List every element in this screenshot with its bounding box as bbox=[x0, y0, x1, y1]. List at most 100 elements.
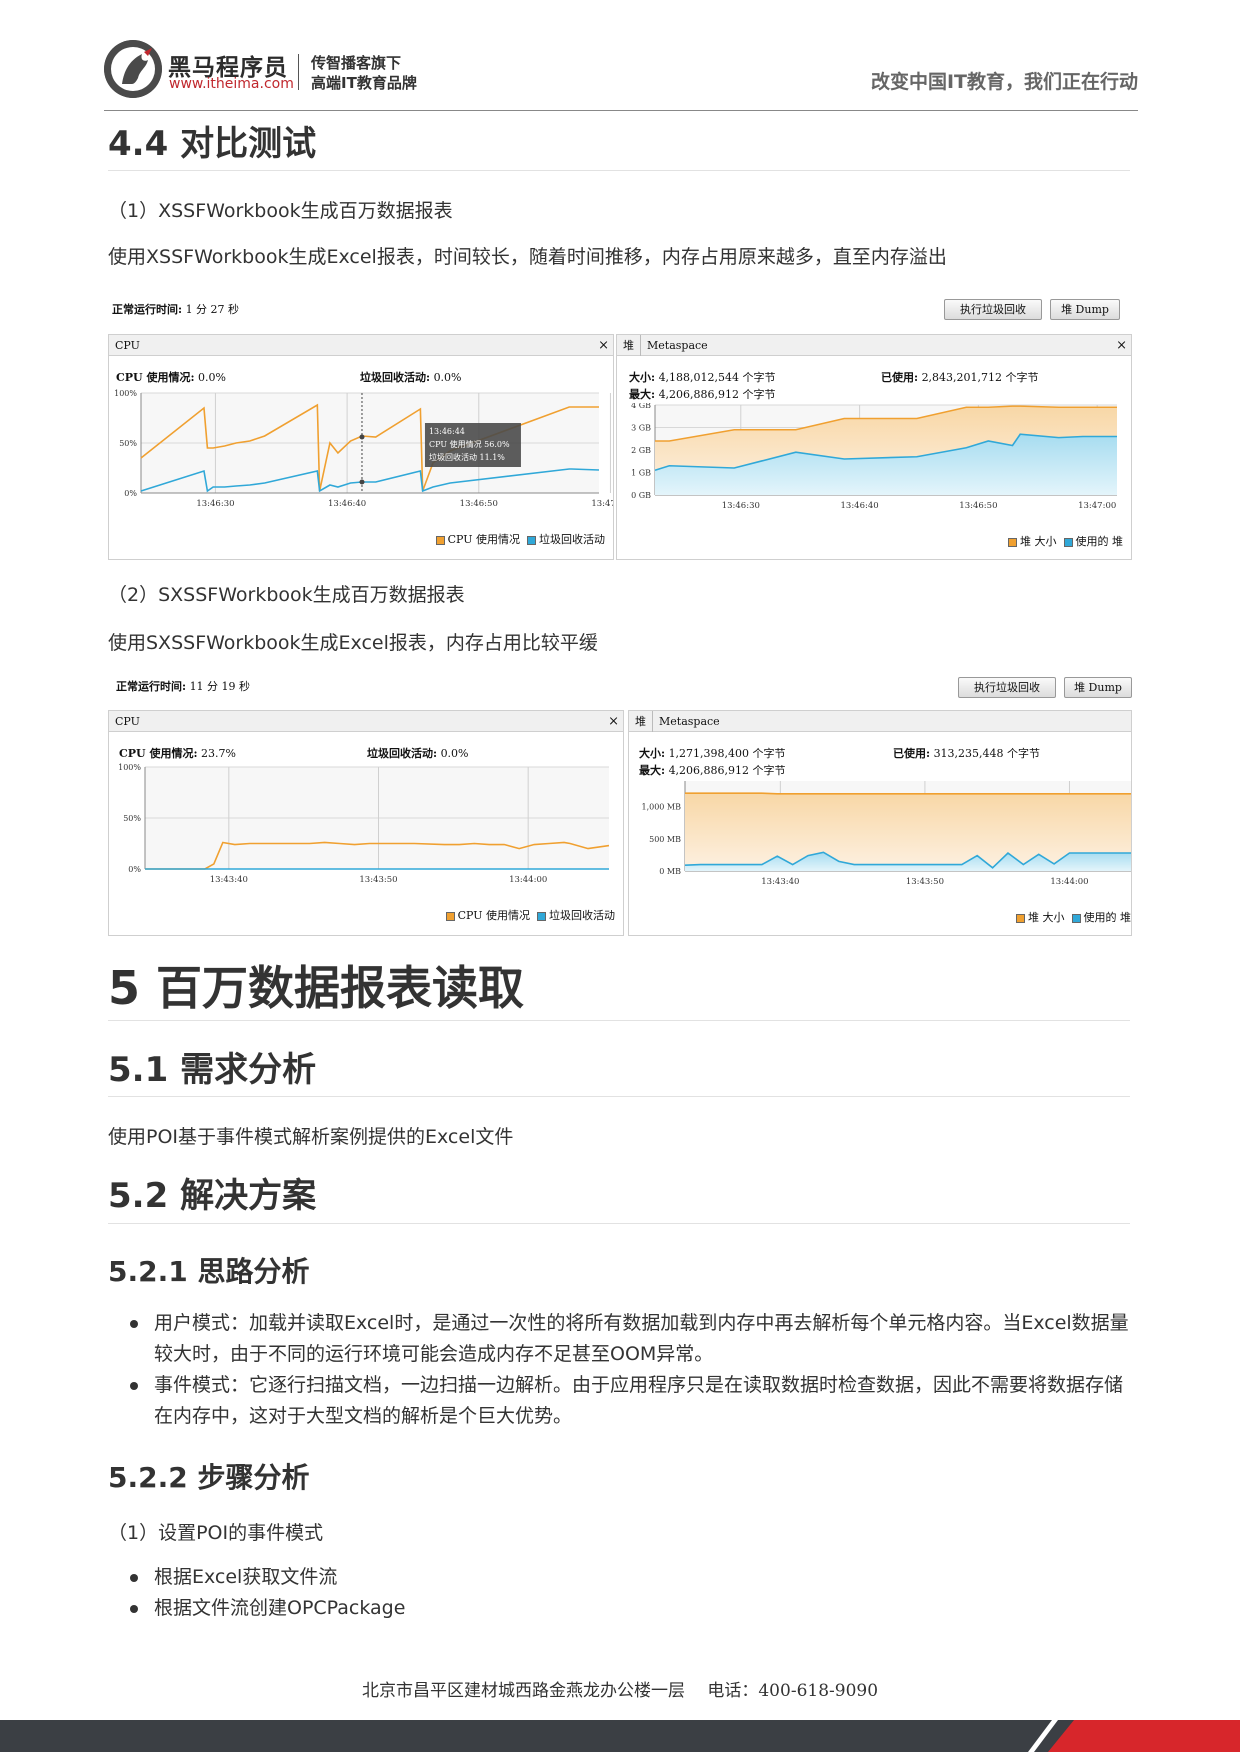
cpu-usage-chart: 0% 50% 100% 13:43:40 13:43:50 13:44:00 bbox=[118, 763, 610, 885]
monitor-screenshot-1: 正常运行时间: 1 分 27 秒 执行垃圾回收 堆 Dump CPU × CPU… bbox=[108, 294, 1132, 560]
close-icon[interactable]: × bbox=[1116, 335, 1127, 356]
footer-accent bbox=[1048, 1720, 1240, 1752]
y-tick-label: 1,000 MB bbox=[641, 803, 681, 812]
cpu-panel-title: CPU × bbox=[109, 711, 623, 732]
heap-panel: 堆 Metaspace × 大小: 4,188,012,544 个字节 最大: 4… bbox=[616, 334, 1132, 560]
y-tick-label: 0 GB bbox=[631, 491, 651, 500]
section-5-1-heading: 5.1 需求分析 bbox=[108, 1050, 317, 1090]
x-tick-label: 13:44:00 bbox=[509, 875, 547, 885]
y-tick-label: 3 GB bbox=[631, 424, 651, 433]
x-tick-label: 13:46:50 bbox=[959, 501, 997, 511]
heap-panel: 堆 Metaspace 大小: 1,271,398,400 个字节 最大: 4,2… bbox=[628, 710, 1132, 936]
brand-url[interactable]: www.itheima.com bbox=[169, 76, 294, 92]
step-1-list: 根据Excel获取文件流 根据文件流创建OPCPackage bbox=[130, 1562, 1139, 1624]
cpu-usage-chart: 0% 50% 100% 13:46:30 13:46:40 13:46:50 13:47:0… bbox=[114, 389, 613, 509]
heap-chart-legend: 堆 大小 使用的 堆 bbox=[1016, 909, 1131, 925]
test-item-1: （1）XSSFWorkbook生成百万数据报表 bbox=[108, 200, 453, 222]
section-5-heading: 5 百万数据报表读取 bbox=[108, 961, 525, 1015]
y-tick-label: 50% bbox=[123, 814, 141, 823]
x-tick-label: 13:44:00 bbox=[1050, 877, 1088, 887]
y-tick-label: 4 GB bbox=[631, 403, 651, 410]
y-tick-label: 0% bbox=[128, 865, 141, 874]
test-desc-1: 使用XSSFWorkbook生成Excel报表，时间较长，随着时间推移，内存占用… bbox=[108, 246, 947, 268]
heap-size-stat: 大小: 4,188,012,544 个字节 bbox=[629, 371, 776, 384]
y-tick-label: 500 MB bbox=[649, 835, 681, 844]
perform-gc-button[interactable]: 执行垃圾回收 bbox=[944, 299, 1042, 320]
tooltip-cpu: CPU 使用情况 56.0% bbox=[429, 439, 510, 449]
tooltip-gc: 垃圾回收活动 11.1% bbox=[429, 452, 505, 462]
list-item: 根据Excel获取文件流 bbox=[130, 1562, 1139, 1593]
y-tick-label: 1 GB bbox=[631, 469, 651, 478]
brand-slogan-line1: 传智播客旗下 bbox=[311, 54, 402, 72]
tab-heap[interactable]: 堆 bbox=[617, 335, 641, 356]
close-icon[interactable]: × bbox=[608, 711, 619, 732]
x-tick-label: 13:43:40 bbox=[761, 877, 799, 887]
tooltip-time: 13:46:44 bbox=[429, 427, 465, 436]
heap-max-stat: 最大: 4,206,886,912 个字节 bbox=[639, 764, 786, 777]
y-tick-label: 100% bbox=[118, 763, 141, 772]
uptime: 正常运行时间: 1 分 27 秒 bbox=[112, 303, 240, 316]
footer-address: 北京市昌平区建材城西路金燕龙办公楼一层 电话：400-618-9090 bbox=[361, 1681, 879, 1701]
step-1: （1）设置POI的事件模式 bbox=[108, 1522, 324, 1544]
heading-rule bbox=[108, 170, 1130, 171]
horse-logo-icon bbox=[104, 40, 162, 98]
heap-usage-chart: 0 MB 500 MB 1,000 MB 13:43:40 13:43:50 13:44:… bbox=[641, 781, 1131, 887]
heap-max-stat: 最大: 4,206,886,912 个字节 bbox=[629, 388, 776, 401]
perform-gc-button[interactable]: 执行垃圾回收 bbox=[958, 677, 1056, 698]
cpu-panel-title: CPU × bbox=[109, 335, 613, 356]
brand-divider bbox=[298, 54, 299, 90]
section-5-1-text: 使用POI基于事件模式解析案例提供的Excel文件 bbox=[108, 1126, 514, 1148]
x-tick-label: 13:46:40 bbox=[841, 501, 879, 511]
cpu-usage-stat: CPU 使用情况: 0.0% bbox=[116, 371, 226, 384]
gc-activity-stat: 垃圾回收活动: 0.0% bbox=[367, 747, 469, 760]
heap-panel-tabs: 堆 Metaspace bbox=[629, 711, 1131, 732]
heap-panel-tabs: 堆 Metaspace × bbox=[617, 335, 1131, 356]
monitor-screenshot-2: 正常运行时间: 11 分 19 秒 执行垃圾回收 堆 Dump CPU × CP… bbox=[108, 672, 1132, 936]
heap-used-stat: 已使用: 2,843,201,712 个字节 bbox=[881, 371, 1039, 384]
uptime: 正常运行时间: 11 分 19 秒 bbox=[116, 680, 251, 693]
y-tick-label: 100% bbox=[114, 389, 137, 398]
list-item: 事件模式：它逐行扫描文档，一边扫描一边解析。由于应用程序只是在读取数据时检查数据… bbox=[130, 1370, 1139, 1432]
section-5-2-1-heading: 5.2.1 思路分析 bbox=[108, 1255, 310, 1288]
approach-list: 用户模式：加载并读取Excel时，是通过一次性的将所有数据加载到内存中再去解析每… bbox=[130, 1308, 1139, 1432]
cpu-usage-stat: CPU 使用情况: 23.7% bbox=[119, 747, 236, 760]
brand-slogan-line2: 高端IT教育品牌 bbox=[311, 74, 417, 92]
section-5-2-2-heading: 5.2.2 步骤分析 bbox=[108, 1461, 310, 1494]
close-icon[interactable]: × bbox=[598, 335, 609, 356]
tab-metaspace[interactable]: Metaspace bbox=[641, 335, 714, 356]
x-tick-label: 13:46:50 bbox=[460, 499, 498, 509]
page-header: 黑马程序员 www.itheima.com 传智播客旗下 高端IT教育品牌 改变… bbox=[0, 0, 1240, 112]
test-item-2: （2）SXSSFWorkbook生成百万数据报表 bbox=[108, 584, 465, 606]
cpu-panel: CPU × CPU 使用情况: 0.0% 垃圾回收活动: 0.0% 0% 50% 1… bbox=[108, 334, 614, 560]
header-tagline: 改变中国IT教育，我们正在行动 bbox=[870, 71, 1138, 93]
series-line-heap-size bbox=[685, 792, 1131, 795]
heading-rule bbox=[108, 1223, 1130, 1224]
x-tick-label: 13:46:40 bbox=[328, 499, 366, 509]
tab-heap[interactable]: 堆 bbox=[629, 711, 653, 732]
section-5-2-heading: 5.2 解决方案 bbox=[108, 1176, 317, 1216]
y-tick-label: 0% bbox=[124, 489, 137, 498]
tab-metaspace[interactable]: Metaspace bbox=[653, 711, 726, 732]
hover-point bbox=[359, 434, 365, 440]
test-desc-2: 使用SXSSFWorkbook生成Excel报表，内存占用比较平缓 bbox=[108, 632, 598, 654]
heading-rule bbox=[108, 1020, 1130, 1021]
heap-dump-button[interactable]: 堆 Dump bbox=[1050, 299, 1120, 320]
gc-activity-stat: 垃圾回收活动: 0.0% bbox=[360, 371, 462, 384]
x-tick-label: 13:43:50 bbox=[906, 877, 944, 887]
x-tick-label: 13:43:50 bbox=[359, 875, 397, 885]
list-item: 用户模式：加载并读取Excel时，是通过一次性的将所有数据加载到内存中再去解析每… bbox=[130, 1308, 1139, 1370]
y-tick-label: 50% bbox=[119, 439, 137, 448]
cpu-chart-legend: CPU 使用情况 垃圾回收活动 bbox=[445, 907, 615, 923]
list-item: 根据文件流创建OPCPackage bbox=[130, 1593, 1139, 1624]
heading-rule bbox=[108, 1096, 1130, 1097]
y-tick-label: 2 GB bbox=[631, 446, 651, 455]
x-tick-label: 13:46:30 bbox=[196, 499, 234, 509]
cpu-chart-legend: CPU 使用情况 垃圾回收活动 bbox=[435, 531, 605, 547]
y-tick-label: 0 MB bbox=[659, 867, 681, 876]
x-tick-label: 13:47:00 bbox=[1078, 501, 1116, 511]
hover-point bbox=[359, 479, 365, 485]
cpu-panel: CPU × CPU 使用情况: 23.7% 垃圾回收活动: 0.0% 0% 50%… bbox=[108, 710, 624, 936]
section-4-4-heading: 4.4 对比测试 bbox=[108, 124, 317, 164]
header-divider bbox=[104, 110, 1138, 111]
heap-dump-button[interactable]: 堆 Dump bbox=[1064, 677, 1132, 698]
